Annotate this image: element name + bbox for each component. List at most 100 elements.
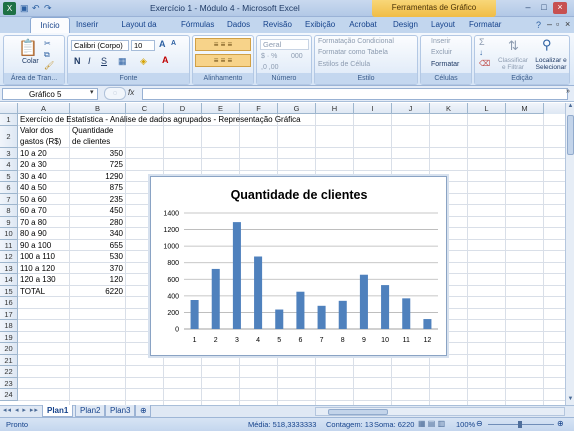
row-header[interactable]: 1 — [0, 114, 18, 126]
close-icon[interactable]: × — [553, 2, 567, 14]
excel-logo-icon[interactable]: X — [3, 2, 16, 15]
tab-formatar[interactable]: Formatar — [464, 17, 504, 33]
sort-filter-icon[interactable]: ⇅ — [508, 38, 519, 54]
cell-range[interactable]: 80 a 90 — [20, 228, 47, 239]
cell-a2-header-line2[interactable]: gastos (R$) — [20, 136, 61, 147]
zoom-in-icon[interactable]: ⊕ — [557, 419, 564, 428]
column-header[interactable]: K — [430, 103, 468, 114]
insert-function-icon[interactable]: fx — [128, 88, 134, 97]
find-binoculars-icon[interactable]: ⚲ — [542, 37, 552, 53]
column-header[interactable]: G — [278, 103, 316, 114]
cell-range[interactable]: 60 a 70 — [20, 205, 47, 216]
font-size-select[interactable]: 10 — [131, 40, 155, 51]
chart-bar[interactable] — [381, 285, 390, 329]
sheet-tab-plan2[interactable]: Plan2 — [75, 405, 106, 417]
column-header[interactable]: L — [468, 103, 506, 114]
name-box[interactable]: Gráfico 5 — [2, 88, 98, 100]
zoom-out-icon[interactable]: ⊖ — [476, 419, 483, 428]
cell-range[interactable]: 40 a 50 — [20, 182, 47, 193]
column-header[interactable]: H — [316, 103, 354, 114]
cell-b2-header-line2[interactable]: de clientes — [72, 136, 110, 147]
tab-inserir[interactable]: Inserir — [71, 17, 103, 33]
format-cells-button[interactable]: Formatar — [431, 61, 459, 68]
column-header[interactable]: C — [126, 103, 164, 114]
clear-icon[interactable]: ⌫ — [479, 59, 490, 68]
cell-total-value[interactable]: 6220 — [70, 286, 123, 297]
chart-bar[interactable] — [423, 319, 432, 329]
column-header[interactable]: E — [202, 103, 240, 114]
autosum-icon[interactable]: Σ — [479, 37, 485, 47]
row-header[interactable]: 23 — [0, 377, 18, 389]
grow-font-icon[interactable]: A — [159, 39, 166, 49]
scroll-up-icon[interactable]: ▲ — [567, 103, 574, 112]
row-header[interactable]: 20 — [0, 343, 18, 355]
font-color-icon[interactable]: A — [162, 55, 169, 65]
find-select-button[interactable]: Localizar e Selecionar — [533, 57, 569, 71]
cell-range[interactable]: 110 a 120 — [20, 263, 55, 274]
tab-exibicao[interactable]: Exibição — [300, 17, 340, 33]
paste-button[interactable]: Colar — [22, 58, 39, 65]
row-header[interactable]: 15 — [0, 285, 18, 297]
cell-count[interactable]: 280 — [70, 217, 123, 228]
insert-cells-button[interactable]: Inserir — [431, 38, 450, 45]
underline-button[interactable]: S — [101, 56, 107, 66]
currency-icon[interactable]: $ · % — [261, 53, 277, 60]
formula-collapse-icon[interactable]: » — [566, 88, 570, 95]
column-header[interactable]: I — [354, 103, 392, 114]
borders-icon[interactable]: ▦ — [118, 56, 127, 67]
chart-bar[interactable] — [338, 300, 347, 329]
cell-count[interactable]: 350 — [70, 148, 123, 159]
name-box-dropdown-icon[interactable]: ▾ — [90, 88, 94, 96]
chart-bar[interactable] — [296, 291, 305, 329]
cell-range[interactable]: 10 a 20 — [20, 148, 47, 159]
insert-sheet-icon[interactable]: ⊕ — [135, 405, 151, 417]
format-as-table-button[interactable]: Formatar como Tabela — [318, 49, 388, 56]
cell-count[interactable]: 450 — [70, 205, 123, 216]
sheet-tab-plan3[interactable]: Plan3 — [105, 405, 136, 417]
formula-input[interactable] — [142, 88, 568, 100]
cell-count[interactable]: 875 — [70, 182, 123, 193]
horizontal-align-icons[interactable]: ≡ ≡ ≡ — [195, 54, 251, 67]
cell-count[interactable]: 340 — [70, 228, 123, 239]
row-header[interactable]: 19 — [0, 331, 18, 343]
row-header[interactable]: 13 — [0, 262, 18, 274]
horizontal-scrollbar[interactable] — [315, 407, 565, 416]
cell-a2-header-line1[interactable]: Valor dos — [20, 125, 53, 136]
workbook-close-icon[interactable]: × — [565, 19, 570, 29]
column-header[interactable]: J — [392, 103, 430, 114]
row-header[interactable]: 11 — [0, 239, 18, 251]
cell-range[interactable]: 120 a 130 — [20, 274, 56, 285]
chart-bar[interactable] — [190, 300, 199, 329]
column-header[interactable]: M — [506, 103, 544, 114]
font-name-select[interactable]: Calibri (Corpo) — [71, 40, 129, 51]
scroll-thumb[interactable] — [567, 115, 574, 155]
delete-cells-button[interactable]: Excluir — [431, 49, 452, 56]
format-painter-icon[interactable]: 🖌 — [44, 61, 54, 70]
cell-count[interactable]: 235 — [70, 194, 123, 205]
row-header[interactable]: 18 — [0, 320, 18, 332]
number-format-select[interactable]: Geral — [260, 39, 309, 50]
chart-bar[interactable] — [317, 305, 326, 329]
undo-icon[interactable]: ↶ — [32, 3, 40, 14]
chart-bar[interactable] — [232, 222, 241, 329]
vertical-scrollbar[interactable]: ▲ ▼ — [565, 103, 574, 405]
tab-inicio[interactable]: Início — [30, 17, 70, 33]
chart-bar[interactable] — [211, 268, 220, 329]
tab-layout-pagina[interactable]: Layout da Página — [106, 17, 172, 44]
fill-icon[interactable]: ↓ — [479, 48, 483, 57]
shrink-font-icon[interactable]: A — [171, 40, 176, 47]
workbook-restore-icon[interactable]: ▫ — [556, 19, 559, 29]
tab-dados[interactable]: Dados — [222, 17, 252, 33]
decimal-icons[interactable]: ,0 ,00 — [261, 64, 279, 71]
cut-icon[interactable]: ✂ — [44, 39, 51, 48]
cell-total-label[interactable]: TOTAL — [20, 286, 45, 297]
italic-button[interactable]: I — [88, 56, 91, 66]
row-header[interactable]: 14 — [0, 274, 18, 286]
cell-range[interactable]: 20 a 30 — [20, 159, 47, 170]
cell-count[interactable]: 120 — [70, 274, 123, 285]
cell-count[interactable]: 530 — [70, 251, 123, 262]
workbook-minimize-icon[interactable]: – — [547, 19, 552, 29]
column-header[interactable]: D — [164, 103, 202, 114]
scroll-down-icon[interactable]: ▼ — [567, 396, 574, 405]
zoom-slider-thumb[interactable] — [518, 421, 522, 428]
